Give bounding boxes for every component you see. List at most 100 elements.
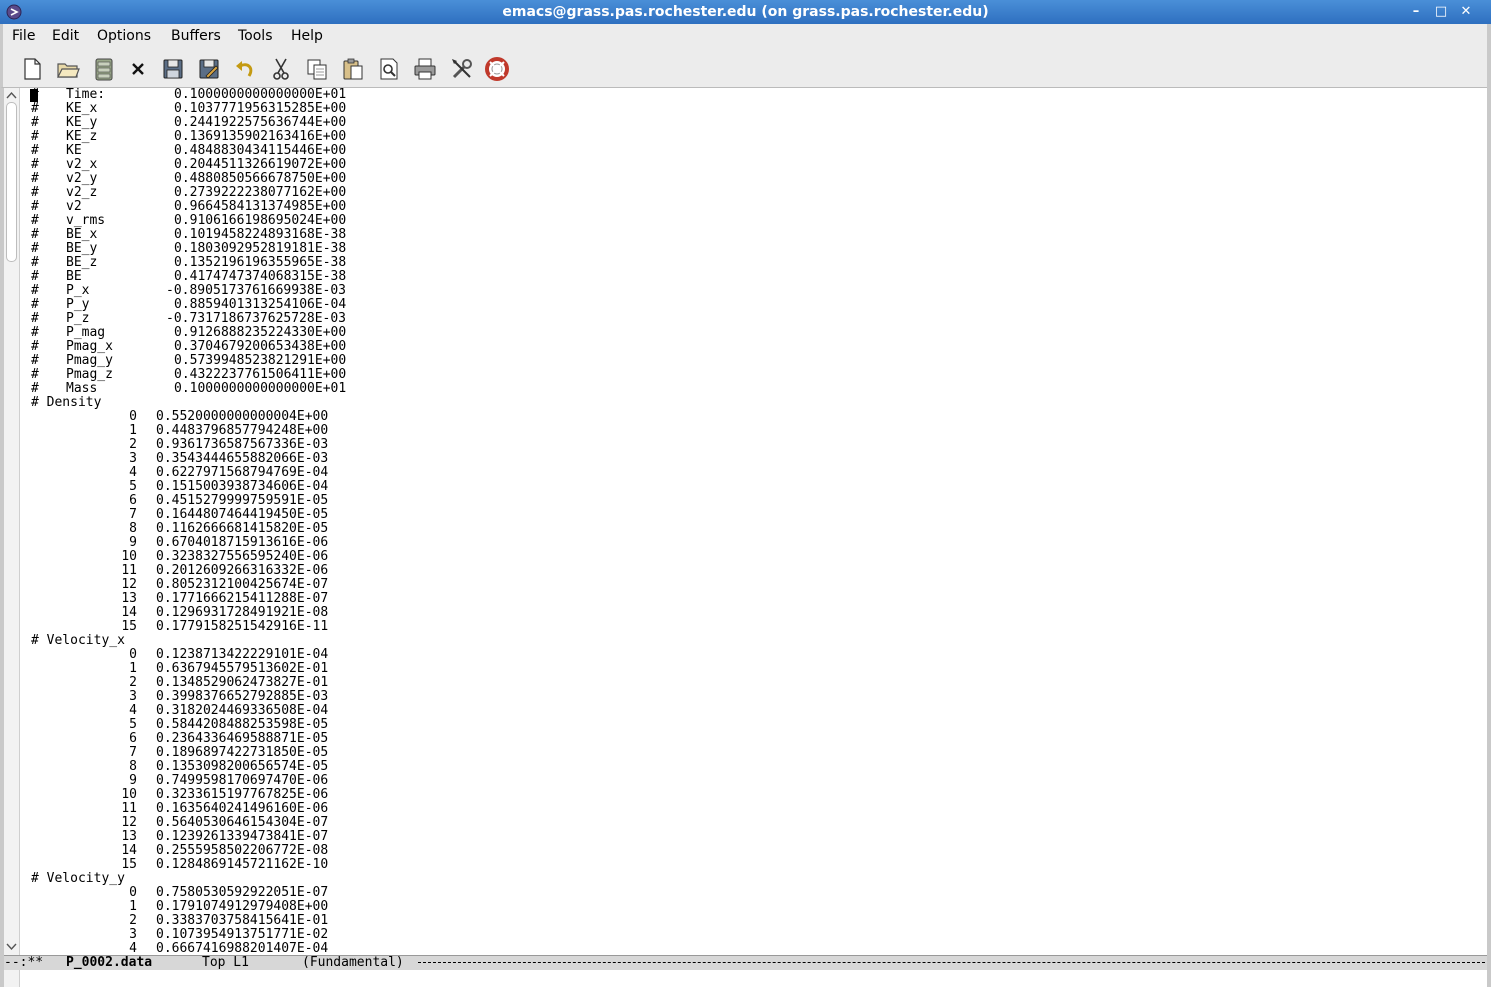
- undo-icon[interactable]: [232, 56, 258, 82]
- comment-marker: #: [31, 115, 39, 130]
- vertical-scrollbar[interactable]: [4, 88, 20, 955]
- open-folder-icon[interactable]: [55, 56, 81, 82]
- data-value: 0.1073954913751771E-02: [156, 927, 329, 942]
- data-value: 0.6667416988201407E-04: [156, 941, 329, 955]
- maximize-button[interactable]: □: [1431, 3, 1451, 21]
- field-value: 0.1369135902163416E+00: [174, 129, 347, 144]
- buffer-line: 2 0.9361736587567336E-03: [31, 438, 1481, 452]
- buffer-line: # Pmag_z 0.4322237761506411E+00: [31, 368, 1481, 382]
- buffer-text-area[interactable]: # Time: 0.1000000000000000E+01 # KE_x 0.10377…: [31, 88, 1481, 954]
- field-label: v2_x: [66, 157, 98, 172]
- window-frame-right: [1487, 24, 1491, 987]
- modeline-buffer-name[interactable]: P_0002.data: [66, 956, 152, 970]
- buffer-line: 2 0.3383703758415641E-01: [31, 914, 1481, 928]
- comment-marker: #: [31, 129, 39, 144]
- save-as-icon[interactable]: [196, 56, 222, 82]
- data-value: 0.1239261339473841E-07: [156, 829, 329, 844]
- minimize-button[interactable]: –: [1406, 3, 1426, 21]
- data-index: 12: [121, 577, 137, 592]
- modeline-status: --:**: [4, 955, 44, 970]
- cut-icon[interactable]: [268, 56, 294, 82]
- close-window-button[interactable]: ✕: [1456, 3, 1476, 21]
- data-index: 15: [121, 857, 137, 872]
- menu-options[interactable]: Options: [97, 28, 151, 44]
- buffer-line: # KE_x 0.1037771956315285E+00: [31, 102, 1481, 116]
- dired-icon[interactable]: [91, 56, 117, 82]
- menu-help[interactable]: Help: [291, 28, 323, 44]
- data-value: 0.7580530592922051E-07: [156, 885, 329, 900]
- buffer-line: # KE_z 0.1369135902163416E+00: [31, 130, 1481, 144]
- field-label: Mass: [66, 381, 98, 396]
- data-value: 0.1791074912979408E+00: [156, 899, 329, 914]
- data-index: 0: [129, 409, 137, 424]
- data-value: 0.4483796857794248E+00: [156, 423, 329, 438]
- buffer-line: 13 0.1239261339473841E-07: [31, 830, 1481, 844]
- buffer-line: 4 0.3182024469336508E-04: [31, 704, 1481, 718]
- comment-marker: #: [31, 339, 39, 354]
- minibuffer-scrollbar: [4, 970, 20, 987]
- data-value: 0.1644807464419450E-05: [156, 507, 329, 522]
- data-index: 3: [129, 451, 137, 466]
- menu-edit[interactable]: Edit: [52, 28, 79, 44]
- field-value: 0.1000000000000000E+01: [174, 381, 347, 396]
- data-value: 0.5844208488253598E-05: [156, 717, 329, 732]
- field-value: 0.1803092952819181E-38: [174, 241, 347, 256]
- menu-file[interactable]: File: [12, 28, 35, 44]
- data-value: 0.3383703758415641E-01: [156, 913, 329, 928]
- field-value: 0.4880850566678750E+00: [174, 171, 347, 186]
- data-index: 2: [129, 675, 137, 690]
- title-bar[interactable]: emacs@grass.pas.rochester.edu (on grass.…: [0, 0, 1491, 24]
- minibuffer[interactable]: [4, 970, 1487, 987]
- section-header: # Density: [31, 395, 102, 410]
- window-title: emacs@grass.pas.rochester.edu (on grass.…: [502, 4, 989, 20]
- comment-marker: #: [31, 101, 39, 116]
- section-header: # Velocity_x: [31, 633, 125, 648]
- data-index: 14: [121, 843, 137, 858]
- menu-bar: File Edit Options Buffers Tools Help: [0, 24, 1491, 50]
- section-header: # Velocity_y: [31, 871, 125, 886]
- buffer-line: 0 0.7580530592922051E-07: [31, 886, 1481, 900]
- save-icon[interactable]: [160, 56, 186, 82]
- print-icon[interactable]: [412, 56, 438, 82]
- scroll-up-arrow-icon[interactable]: [5, 89, 18, 102]
- new-file-icon[interactable]: [19, 56, 45, 82]
- mode-line[interactable]: --:** P_0002.data Top L1 (Fundamental): [4, 955, 1487, 971]
- buffer-line: 9 0.7499598170697470E-06: [31, 774, 1481, 788]
- modeline-major-mode[interactable]: (Fundamental): [302, 956, 404, 970]
- copy-icon[interactable]: [304, 56, 330, 82]
- buffer-line: 14 0.2555958502206772E-08: [31, 844, 1481, 858]
- comment-marker: #: [31, 157, 39, 172]
- buffer-line: # BE 0.4174747374068315E-38: [31, 270, 1481, 284]
- data-index: 6: [129, 731, 137, 746]
- data-index: 0: [129, 647, 137, 662]
- data-value: 0.1162666681415820E-05: [156, 521, 329, 536]
- comment-marker: #: [31, 241, 39, 256]
- buffer-line: 13 0.1771666215411288E-07: [31, 592, 1481, 606]
- field-label: Pmag_z: [66, 367, 113, 382]
- menu-buffers[interactable]: Buffers: [171, 28, 221, 44]
- menu-tools[interactable]: Tools: [238, 28, 273, 44]
- data-index: 4: [129, 465, 137, 480]
- paste-icon[interactable]: [340, 56, 366, 82]
- search-icon[interactable]: [376, 56, 402, 82]
- field-value: 0.4848830434115446E+00: [174, 143, 347, 158]
- field-value: 0.4174747374068315E-38: [174, 269, 347, 284]
- field-value: -0.7317186737625728E-03: [166, 311, 347, 326]
- buffer-line: # Pmag_x 0.3704679200653438E+00: [31, 340, 1481, 354]
- field-label: BE: [66, 269, 82, 284]
- help-icon[interactable]: [484, 56, 510, 82]
- field-value: -0.8905173761669938E-03: [166, 283, 347, 298]
- close-buffer-icon[interactable]: [125, 56, 151, 82]
- comment-marker: #: [31, 311, 39, 326]
- data-index: 0: [129, 885, 137, 900]
- scrollbar-thumb[interactable]: [6, 102, 17, 262]
- field-label: KE_z: [66, 129, 98, 144]
- data-index: 13: [121, 591, 137, 606]
- data-index: 1: [129, 661, 137, 676]
- buffer-line: 12 0.8052312100425674E-07: [31, 578, 1481, 592]
- data-value: 0.9361736587567336E-03: [156, 437, 329, 452]
- scroll-down-arrow-icon[interactable]: [5, 940, 18, 953]
- buffer-line: 1 0.6367945579513602E-01: [31, 662, 1481, 676]
- customize-icon[interactable]: [449, 56, 475, 82]
- buffer-line: 4 0.6667416988201407E-04: [31, 941, 1481, 955]
